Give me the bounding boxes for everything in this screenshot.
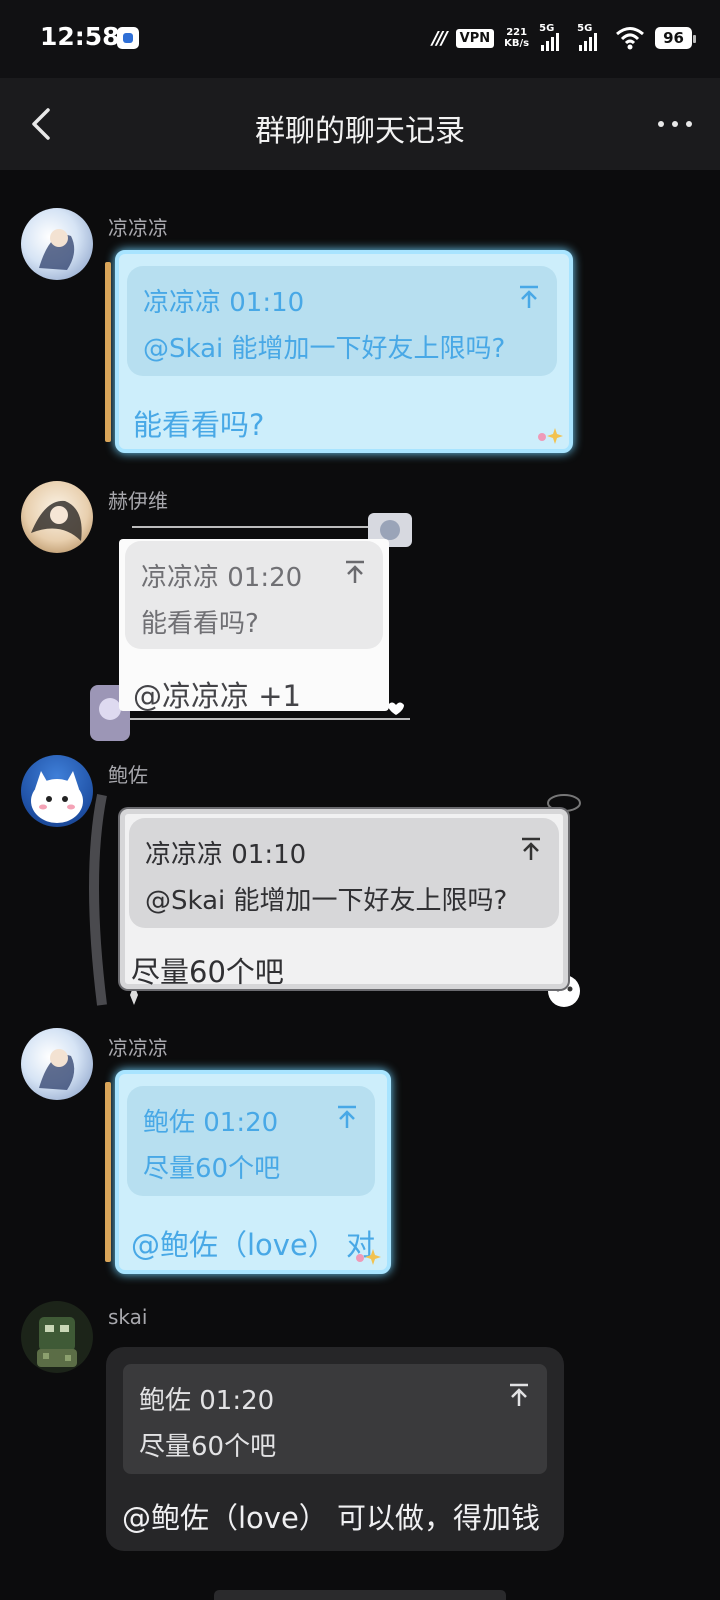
arrow-to-top-icon[interactable] [343, 559, 367, 585]
battery-indicator: 96 [655, 27, 696, 49]
sender-name: skai [108, 1305, 148, 1329]
quoted-message[interactable]: 鲍佐 01:20 尽量60个吧 [127, 1086, 375, 1196]
bubble-decoration [105, 1082, 111, 1262]
page-title: 群聊的聊天记录 [255, 114, 465, 149]
signal-icon: 5G [539, 23, 567, 51]
quote-body: @Skai 能增加一下好友上限吗? [143, 334, 506, 364]
quote-body: 尽量60个吧 [143, 1154, 281, 1184]
quote-body: @Skai 能增加一下好友上限吗? [145, 886, 508, 916]
avatar[interactable] [21, 1301, 93, 1373]
status-icons: /// VPN 221 KB/s 5G 5G 96 [431, 20, 696, 56]
quoted-message[interactable]: 凉凉凉 01:10 @Skai 能增加一下好友上限吗? [129, 818, 559, 928]
status-bar: 12:58 /// VPN 221 KB/s 5G 5G 96 [0, 0, 720, 78]
message-bubble[interactable]: 凉凉凉 01:10 @Skai 能增加一下好友上限吗? 尽量60个吧 [120, 809, 568, 989]
message-bubble[interactable]: 鲍佐 01:20 尽量60个吧 @鲍佐（love） 对 [105, 1070, 391, 1274]
quote-body: 能看看吗? [141, 609, 259, 639]
avatar[interactable] [21, 755, 93, 827]
arrow-to-top-icon[interactable] [519, 836, 543, 862]
avatar[interactable] [21, 1028, 93, 1100]
sender-name: 凉凉凉 [108, 1036, 168, 1060]
app-notification-icon [117, 27, 139, 49]
sender-name: 凉凉凉 [108, 216, 168, 240]
bubble-decoration [105, 262, 111, 442]
arrow-to-top-icon[interactable] [507, 1382, 531, 1408]
arrow-to-top-icon[interactable] [517, 284, 541, 310]
message-text: 能看看吗? [133, 408, 265, 442]
vpn-badge: VPN [455, 28, 495, 48]
message-text: @鲍佐（love） 对 [131, 1228, 376, 1262]
wifi-icon [616, 27, 645, 50]
carrier-logo-icon: /// [431, 27, 448, 49]
quoted-message[interactable]: 凉凉凉 01:10 @Skai 能增加一下好友上限吗? [127, 266, 557, 376]
quote-header: 凉凉凉 01:20 [141, 563, 303, 593]
network-speed: 221 KB/s [504, 27, 530, 49]
quote-header: 凉凉凉 01:10 [145, 840, 307, 870]
message-text: @凉凉凉 +1 [133, 679, 301, 713]
quote-header: 鲍佐 01:20 [143, 1108, 279, 1138]
avatar[interactable] [21, 481, 93, 553]
sparkle-icon [538, 428, 563, 444]
avatar[interactable] [21, 208, 93, 280]
quote-body: 尽量60个吧 [139, 1432, 277, 1462]
message-text: @鲍佐（love） 可以做，得加钱 [122, 1501, 541, 1535]
nav-bar: 群聊的聊天记录 [0, 78, 720, 170]
signal-icon: 5G [577, 23, 605, 51]
sparkle-icon [356, 1249, 381, 1265]
message-bubble[interactable]: 凉凉凉 01:10 @Skai 能增加一下好友上限吗? 能看看吗? [105, 250, 573, 453]
quote-header: 鲍佐 01:20 [139, 1386, 275, 1416]
message-text: 尽量60个吧 [131, 955, 284, 989]
message-bubble[interactable]: 鲍佐 01:20 尽量60个吧 @鲍佐（love） 可以做，得加钱 [106, 1347, 564, 1551]
more-dots-icon[interactable] [652, 106, 698, 142]
quoted-message[interactable]: 凉凉凉 01:20 能看看吗? [125, 541, 383, 649]
sender-name: 鲍佐 [108, 763, 148, 787]
message-bubble[interactable]: 凉凉凉 01:20 能看看吗? @凉凉凉 +1 [119, 539, 389, 713]
quoted-message[interactable]: 鲍佐 01:20 尽量60个吧 [123, 1364, 547, 1474]
arrow-to-top-icon[interactable] [335, 1104, 359, 1130]
home-indicator[interactable] [214, 1590, 506, 1600]
quote-header: 凉凉凉 01:10 [143, 288, 305, 318]
status-time: 12:58 [40, 22, 120, 51]
